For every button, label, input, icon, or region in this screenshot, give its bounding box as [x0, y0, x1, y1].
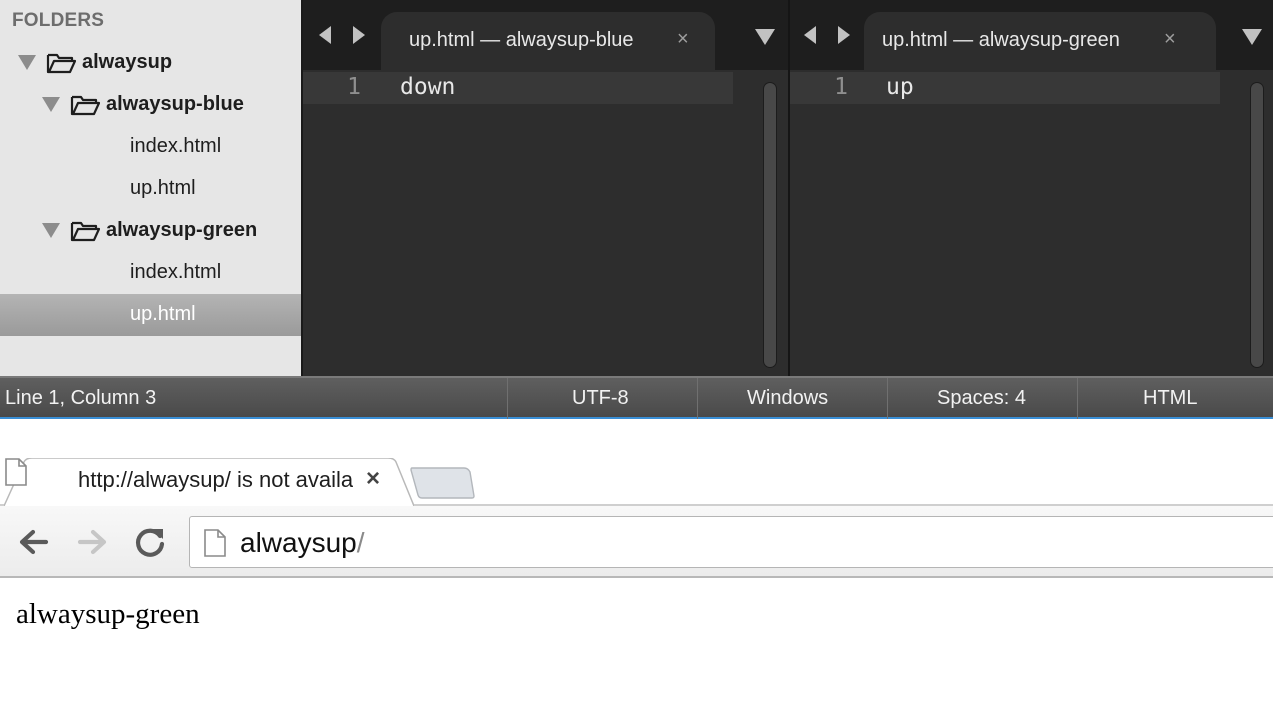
- sidebar: FOLDERS alwaysup alwaysup-blue index.htm…: [0, 0, 301, 376]
- open-folder-icon: [70, 221, 100, 242]
- browser-window: http://alwaysup/ is not available × alwa…: [0, 419, 1273, 707]
- page-content: alwaysup-green: [0, 580, 1273, 707]
- code-area[interactable]: 1 down: [303, 70, 788, 376]
- line-number: 1: [347, 74, 361, 100]
- tab-bar: up.html — alwaysup-green ×: [790, 0, 1273, 70]
- syntax-selector[interactable]: HTML: [1143, 387, 1197, 410]
- vertical-scrollbar[interactable]: [763, 82, 777, 368]
- tab-bar: up.html — alwaysup-blue ×: [303, 0, 788, 70]
- tab-menu-icon[interactable]: [755, 29, 775, 45]
- browser-tab-strip: http://alwaysup/ is not available ×: [0, 419, 1273, 508]
- tree-label: index.html: [130, 135, 222, 157]
- code-area[interactable]: 1 up: [790, 70, 1273, 376]
- cursor-position: Line 1, Column 3: [5, 387, 157, 409]
- tab-prev-icon[interactable]: [319, 26, 331, 44]
- url-host: alwaysup: [240, 527, 357, 558]
- new-tab-button[interactable]: [410, 466, 476, 500]
- code-line: down: [400, 74, 456, 100]
- open-folder-icon: [70, 95, 100, 116]
- tree-label: index.html: [130, 261, 222, 283]
- scroll-thumb[interactable]: [1251, 83, 1263, 367]
- tab-prev-icon[interactable]: [804, 26, 816, 44]
- tree-label: alwaysup-blue: [106, 93, 244, 115]
- browser-toolbar: alwaysup/: [0, 506, 1273, 578]
- editor-pane-right: up.html — alwaysup-green × 1 up: [790, 0, 1273, 376]
- tree-label: alwaysup: [82, 51, 173, 73]
- disclosure-triangle-icon[interactable]: [42, 223, 60, 238]
- address-bar-url: alwaysup/: [240, 527, 365, 559]
- encoding-selector[interactable]: UTF-8: [572, 387, 629, 410]
- status-separator: [697, 378, 698, 419]
- tree-file-up-html[interactable]: up.html: [0, 168, 301, 210]
- close-tab-icon[interactable]: ×: [366, 465, 380, 493]
- tab-up-html-blue[interactable]: up.html — alwaysup-blue ×: [381, 12, 715, 70]
- forward-arrow-icon[interactable]: [74, 524, 110, 560]
- status-separator: [1077, 378, 1078, 419]
- address-bar[interactable]: alwaysup/: [189, 516, 1273, 568]
- page-icon: [5, 458, 27, 486]
- line-number: 1: [834, 74, 848, 100]
- back-arrow-icon[interactable]: [16, 524, 52, 560]
- open-folder-icon: [46, 53, 76, 74]
- tab-next-icon[interactable]: [353, 26, 365, 44]
- code-line: up: [886, 74, 914, 100]
- current-line-highlight: [303, 72, 733, 104]
- editor-window: FOLDERS alwaysup alwaysup-blue index.htm…: [0, 0, 1273, 419]
- status-separator: [507, 378, 508, 419]
- status-separator: [887, 378, 888, 419]
- scroll-thumb[interactable]: [764, 83, 776, 367]
- tab-close-icon[interactable]: ×: [1164, 28, 1176, 51]
- tab-menu-icon[interactable]: [1242, 29, 1262, 45]
- tree-folder-alwaysup[interactable]: alwaysup: [0, 42, 301, 84]
- tab-up-html-green[interactable]: up.html — alwaysup-green ×: [864, 12, 1216, 70]
- tree-file-index-html[interactable]: index.html: [0, 126, 301, 168]
- tab-title: up.html — alwaysup-blue: [409, 29, 634, 51]
- tree-label: up.html: [130, 303, 196, 325]
- disclosure-triangle-icon[interactable]: [42, 97, 60, 112]
- browser-tab[interactable]: http://alwaysup/ is not available ×: [4, 458, 414, 508]
- tree-file-up-html-selected[interactable]: up.html: [0, 294, 301, 336]
- disclosure-triangle-icon[interactable]: [18, 55, 36, 70]
- url-path: /: [356, 527, 365, 558]
- status-bar: Line 1, Column 3 UTF-8 Windows Spaces: 4…: [0, 376, 1273, 419]
- sidebar-heading: FOLDERS: [12, 10, 105, 31]
- browser-tab-title: http://alwaysup/ is not available: [78, 467, 353, 492]
- indentation-selector[interactable]: Spaces: 4: [937, 387, 1026, 410]
- tab-close-icon[interactable]: ×: [677, 28, 689, 51]
- tab-title: up.html — alwaysup-green: [882, 29, 1120, 51]
- page-body-text: alwaysup-green: [16, 598, 200, 630]
- tree-folder-alwaysup-green[interactable]: alwaysup-green: [0, 210, 301, 252]
- tree-label: up.html: [130, 177, 196, 199]
- tree-file-index-html[interactable]: index.html: [0, 252, 301, 294]
- vertical-scrollbar[interactable]: [1250, 82, 1264, 368]
- tree-folder-alwaysup-blue[interactable]: alwaysup-blue: [0, 84, 301, 126]
- current-line-highlight: [790, 72, 1220, 104]
- reload-icon[interactable]: [132, 524, 168, 560]
- page-icon: [204, 529, 226, 557]
- tab-next-icon[interactable]: [838, 26, 850, 44]
- line-endings-selector[interactable]: Windows: [747, 387, 828, 410]
- tree-label: alwaysup-green: [106, 219, 258, 241]
- editor-pane-left: up.html — alwaysup-blue × 1 down: [303, 0, 788, 376]
